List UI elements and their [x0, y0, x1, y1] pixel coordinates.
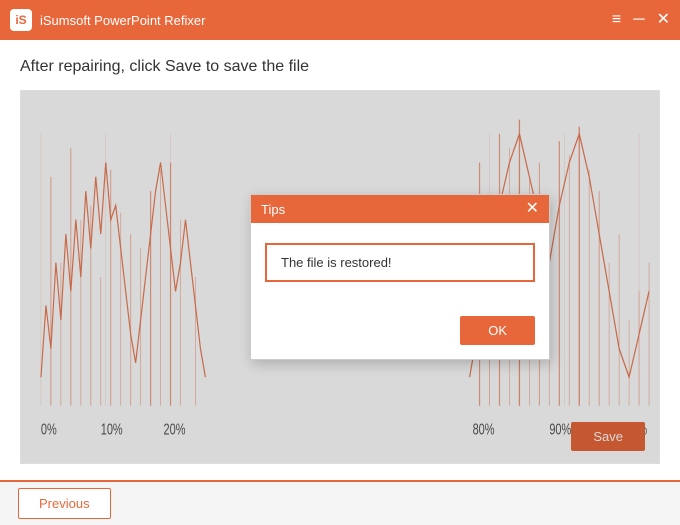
title-bar-left: iS iSumsoft PowerPoint Refixer	[10, 9, 205, 31]
title-bar: iS iSumsoft PowerPoint Refixer ≡ ─ ✕	[0, 0, 680, 40]
dialog-message-box: The file is restored!	[265, 243, 535, 282]
app-title: iSumsoft PowerPoint Refixer	[40, 13, 205, 28]
dialog-title-bar: Tips ✕	[251, 195, 549, 223]
dialog-title: Tips	[261, 202, 285, 217]
app-icon: iS	[10, 9, 32, 31]
window-controls: ≡ ─ ✕	[612, 12, 670, 28]
footer-bar: Previous	[0, 480, 680, 525]
main-content: After repairing, click Save to save the …	[0, 40, 680, 480]
dialog-body: The file is restored!	[251, 223, 549, 316]
page-instruction: After repairing, click Save to save the …	[20, 58, 660, 76]
minimize-icon[interactable]: ─	[633, 12, 644, 28]
ok-button[interactable]: OK	[460, 316, 535, 345]
menu-icon[interactable]: ≡	[612, 12, 621, 28]
dialog-close-icon[interactable]: ✕	[526, 201, 539, 217]
dialog-message: The file is restored!	[281, 255, 392, 270]
chart-container: 0% 10% 20% 80% 90% 100% Save Tips ✕ The …	[20, 90, 660, 464]
dialog-overlay: Tips ✕ The file is restored! OK	[21, 91, 659, 463]
dialog-footer: OK	[251, 316, 549, 359]
close-icon[interactable]: ✕	[657, 12, 670, 28]
tips-dialog: Tips ✕ The file is restored! OK	[250, 194, 550, 360]
previous-button[interactable]: Previous	[18, 488, 111, 519]
